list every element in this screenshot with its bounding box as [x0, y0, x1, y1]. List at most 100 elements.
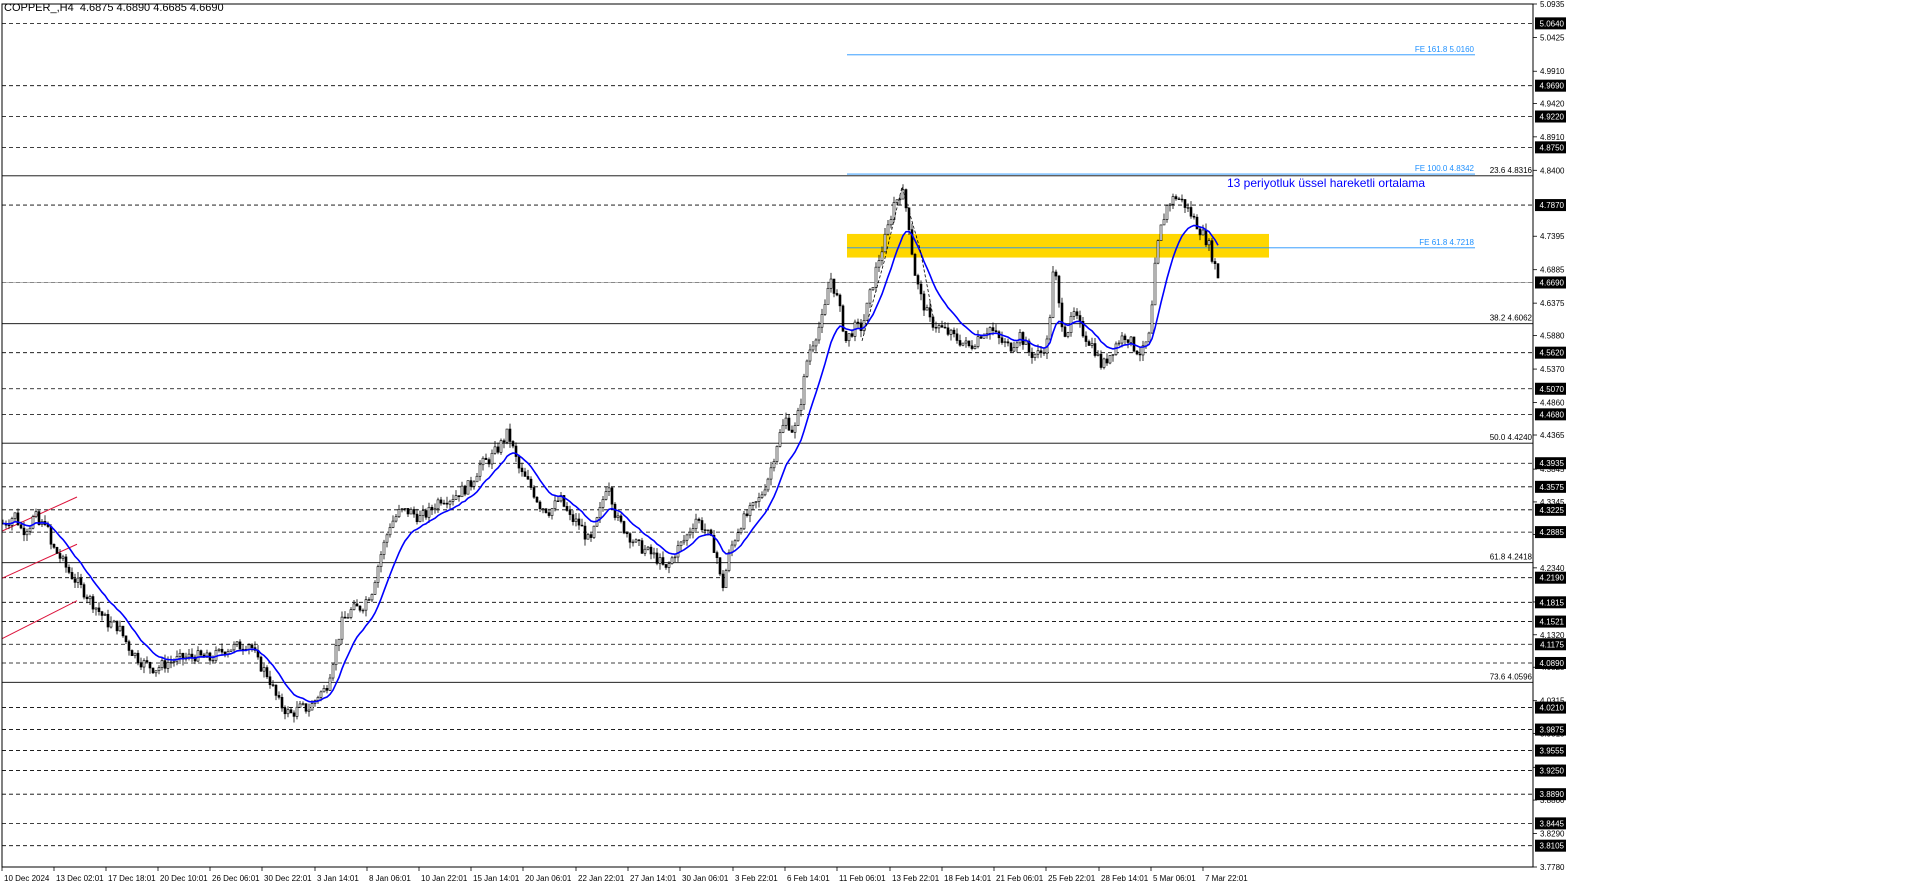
price-level-box-label: 4.5620 [1540, 349, 1565, 358]
candle-body [679, 541, 683, 547]
x-axis-tick-label: 13 Feb 22:01 [892, 874, 940, 883]
candle-body [952, 329, 956, 335]
candle-body [451, 499, 455, 502]
candle-body [112, 620, 116, 623]
candle-body [106, 614, 110, 628]
candle-body [325, 688, 329, 691]
candle-body [793, 425, 797, 433]
candle-body [919, 283, 923, 295]
candle-body [1174, 196, 1178, 200]
candle-body [61, 556, 65, 559]
candle-body [637, 539, 641, 541]
candle-body [328, 677, 332, 691]
candle-body [1000, 337, 1004, 343]
candle-body [142, 660, 146, 668]
candle-body [934, 327, 938, 329]
price-level-box-label: 4.3575 [1540, 483, 1565, 492]
x-axis-tick-label: 18 Feb 14:01 [944, 874, 992, 883]
candle-body [787, 417, 791, 431]
candle-body [433, 508, 437, 511]
candle-body [610, 487, 614, 505]
candle-body [883, 233, 887, 253]
y-axis-tick-label: 4.2340 [1540, 564, 1565, 573]
price-level-box-label: 3.8445 [1540, 819, 1565, 828]
candle-body [907, 207, 911, 230]
candle-body [769, 467, 773, 480]
candle-body [70, 572, 74, 580]
candle-body [1183, 199, 1187, 208]
fib-retracement-label: 61.8 4.2418 [1490, 553, 1533, 562]
candle-body [835, 293, 839, 296]
x-axis-tick-label: 26 Dec 06:01 [212, 874, 260, 883]
candle-body [172, 661, 176, 663]
x-axis-tick-label: 3 Jan 14:01 [317, 874, 359, 883]
candle-body [1189, 207, 1193, 217]
price-level-box-label: 3.8890 [1540, 790, 1565, 799]
candle-body [874, 266, 878, 288]
candle-body [673, 556, 677, 559]
candle-body [616, 515, 620, 518]
candle-body [871, 287, 875, 291]
candle-body [100, 611, 104, 616]
candle-body [1066, 332, 1070, 337]
chart-canvas[interactable]: 23.6 4.8316 38.2 4.6062 50.0 4.4240 61.8 4.… [0, 0, 1916, 888]
candle-body [889, 219, 893, 226]
candle-body [706, 529, 710, 532]
candle-body [199, 650, 203, 656]
candle-body [802, 376, 806, 405]
candle-body [970, 345, 974, 349]
plot-frame [1, 3, 1534, 868]
candle-body [232, 644, 236, 651]
candle-body [877, 260, 881, 268]
candle-body [289, 709, 293, 714]
candle-body [73, 578, 77, 583]
price-chart[interactable]: 23.6 4.8316 38.2 4.6062 50.0 4.4240 61.8 4.… [0, 0, 1916, 888]
candle-body [781, 424, 785, 433]
candle-body [820, 314, 824, 328]
x-axis-tick-label: 7 Mar 22:01 [1205, 874, 1248, 883]
candle-body [547, 512, 551, 516]
candle-body [283, 707, 287, 715]
price-level-box-label: 4.2885 [1540, 528, 1565, 537]
x-axis-tick-label: 21 Feb 06:01 [996, 874, 1044, 883]
candle-body [817, 326, 821, 341]
candle-body [526, 476, 530, 480]
candle-body [223, 651, 227, 655]
candle-body [940, 325, 944, 328]
candle-body [751, 502, 755, 506]
candle-body [784, 417, 788, 426]
candle-body [664, 564, 668, 568]
fib-retracement-label: 73.6 4.0596 [1490, 672, 1533, 681]
candle-body [1147, 332, 1151, 343]
candle-body [136, 652, 140, 663]
candle-body [220, 648, 224, 653]
candle-body [541, 508, 545, 510]
candle-body [358, 605, 362, 611]
candle-body [28, 527, 32, 532]
candle-body [385, 534, 389, 543]
candle-body [34, 511, 38, 517]
zigzag-line [861, 185, 935, 341]
candle-body [517, 456, 521, 469]
candle-body [430, 506, 434, 511]
candle-body [31, 516, 35, 529]
candle-body [790, 429, 794, 433]
price-level-box-label: 3.9555 [1540, 747, 1565, 756]
candle-body [799, 404, 803, 412]
candle-body [478, 464, 482, 477]
candle-body [394, 516, 398, 522]
candle-body [538, 501, 542, 510]
candle-body [439, 499, 443, 504]
candle-body [913, 253, 917, 276]
fib-expansion-label: FE 61.8 4.7218 [1419, 238, 1474, 247]
y-axis-tick-label: 4.6375 [1540, 299, 1565, 308]
candle-body [649, 546, 653, 555]
ema-line [2, 224, 1219, 703]
symbol-ohlc-header: COPPER_,H4 4.6875 4.6890 4.6685 4.6690 [4, 2, 224, 14]
candle-body [721, 573, 725, 589]
price-level-box-label: 5.0640 [1540, 19, 1565, 28]
candle-body [310, 703, 314, 711]
fib-retracement-label: 23.6 4.8316 [1490, 166, 1533, 175]
candle-body [1090, 343, 1094, 346]
candle-body [1009, 342, 1013, 352]
